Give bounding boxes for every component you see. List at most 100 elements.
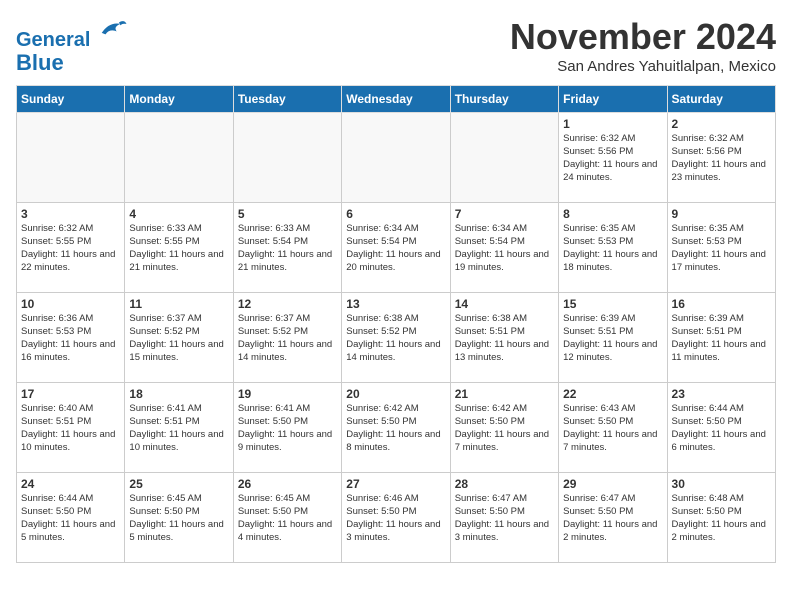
calendar-cell [125,113,233,203]
day-number: 5 [238,207,337,221]
calendar-cell: 23 Sunrise: 6:44 AM Sunset: 5:50 PM Dayli… [667,383,775,473]
calendar-cell: 24 Sunrise: 6:44 AM Sunset: 5:50 PM Dayli… [17,473,125,563]
day-number: 2 [672,117,771,131]
day-info: Sunrise: 6:34 AM Sunset: 5:54 PM Dayligh… [455,223,554,274]
day-number: 22 [563,387,662,401]
calendar-cell: 12 Sunrise: 6:37 AM Sunset: 5:52 PM Dayli… [233,293,341,383]
day-info: Sunrise: 6:44 AM Sunset: 5:50 PM Dayligh… [21,493,120,544]
calendar-cell: 22 Sunrise: 6:43 AM Sunset: 5:50 PM Dayli… [559,383,667,473]
calendar-cell [450,113,558,203]
day-number: 17 [21,387,120,401]
day-number: 29 [563,477,662,491]
calendar-cell: 27 Sunrise: 6:46 AM Sunset: 5:50 PM Dayli… [342,473,450,563]
day-number: 11 [129,297,228,311]
day-info: Sunrise: 6:32 AM Sunset: 5:56 PM Dayligh… [672,133,771,184]
day-number: 25 [129,477,228,491]
calendar-week-row: 3 Sunrise: 6:32 AM Sunset: 5:55 PM Daylig… [17,203,776,293]
calendar-cell: 18 Sunrise: 6:41 AM Sunset: 5:51 PM Dayli… [125,383,233,473]
calendar-cell: 14Sunrise: 6:38 AM Sunset: 5:51 PM Dayli… [450,293,558,383]
day-info: Sunrise: 6:43 AM Sunset: 5:50 PM Dayligh… [563,403,662,454]
calendar-cell: 16Sunrise: 6:39 AM Sunset: 5:51 PM Dayli… [667,293,775,383]
calendar-cell: 9 Sunrise: 6:35 AM Sunset: 5:53 PM Daylig… [667,203,775,293]
weekday-header-friday: Friday [559,86,667,113]
day-info: Sunrise: 6:45 AM Sunset: 5:50 PM Dayligh… [129,493,228,544]
day-number: 12 [238,297,337,311]
calendar-cell: 20 Sunrise: 6:42 AM Sunset: 5:50 PM Dayli… [342,383,450,473]
weekday-header-sunday: Sunday [17,86,125,113]
day-info: Sunrise: 6:45 AM Sunset: 5:50 PM Dayligh… [238,493,337,544]
calendar-cell: 4Sunrise: 6:33 AM Sunset: 5:55 PM Daylig… [125,203,233,293]
calendar-week-row: 10 Sunrise: 6:36 AM Sunset: 5:53 PM Dayli… [17,293,776,383]
calendar-cell: 5 Sunrise: 6:33 AM Sunset: 5:54 PM Daylig… [233,203,341,293]
calendar-week-row: 17 Sunrise: 6:40 AM Sunset: 5:51 PM Dayli… [17,383,776,473]
calendar-cell [342,113,450,203]
day-number: 14 [455,297,554,311]
calendar-cell: 11 Sunrise: 6:37 AM Sunset: 5:52 PM Dayli… [125,293,233,383]
day-number: 27 [346,477,445,491]
calendar-cell: 25 Sunrise: 6:45 AM Sunset: 5:50 PM Dayli… [125,473,233,563]
location-subtitle: San Andres Yahuitlalpan, Mexico [510,58,776,75]
day-number: 16 [672,297,771,311]
day-info: Sunrise: 6:36 AM Sunset: 5:53 PM Dayligh… [21,313,120,364]
day-number: 15 [563,297,662,311]
title-block: November 2024 San Andres Yahuitlalpan, M… [510,16,776,75]
logo-general: General [16,29,90,51]
calendar-cell: 6Sunrise: 6:34 AM Sunset: 5:54 PM Daylig… [342,203,450,293]
weekday-header-thursday: Thursday [450,86,558,113]
month-title: November 2024 [510,16,776,58]
day-info: Sunrise: 6:41 AM Sunset: 5:50 PM Dayligh… [238,403,337,454]
day-number: 10 [21,297,120,311]
day-info: Sunrise: 6:44 AM Sunset: 5:50 PM Dayligh… [672,403,771,454]
day-info: Sunrise: 6:35 AM Sunset: 5:53 PM Dayligh… [563,223,662,274]
day-info: Sunrise: 6:33 AM Sunset: 5:55 PM Dayligh… [129,223,228,274]
weekday-header-tuesday: Tuesday [233,86,341,113]
calendar-cell: 13Sunrise: 6:38 AM Sunset: 5:52 PM Dayli… [342,293,450,383]
calendar-cell: 10 Sunrise: 6:36 AM Sunset: 5:53 PM Dayli… [17,293,125,383]
day-info: Sunrise: 6:37 AM Sunset: 5:52 PM Dayligh… [129,313,228,364]
day-info: Sunrise: 6:41 AM Sunset: 5:51 PM Dayligh… [129,403,228,454]
day-info: Sunrise: 6:33 AM Sunset: 5:54 PM Dayligh… [238,223,337,274]
day-info: Sunrise: 6:48 AM Sunset: 5:50 PM Dayligh… [672,493,771,544]
day-number: 24 [21,477,120,491]
day-number: 23 [672,387,771,401]
day-info: Sunrise: 6:47 AM Sunset: 5:50 PM Dayligh… [563,493,662,544]
weekday-header-saturday: Saturday [667,86,775,113]
weekday-header-row: SundayMondayTuesdayWednesdayThursdayFrid… [17,86,776,113]
day-number: 20 [346,387,445,401]
calendar-cell: 21Sunrise: 6:42 AM Sunset: 5:50 PM Dayli… [450,383,558,473]
day-number: 18 [129,387,228,401]
day-number: 9 [672,207,771,221]
day-info: Sunrise: 6:40 AM Sunset: 5:51 PM Dayligh… [21,403,120,454]
calendar-cell: 19 Sunrise: 6:41 AM Sunset: 5:50 PM Dayli… [233,383,341,473]
calendar-cell: 1Sunrise: 6:32 AM Sunset: 5:56 PM Daylig… [559,113,667,203]
day-number: 3 [21,207,120,221]
calendar-cell [233,113,341,203]
day-number: 28 [455,477,554,491]
day-info: Sunrise: 6:47 AM Sunset: 5:50 PM Dayligh… [455,493,554,544]
day-number: 19 [238,387,337,401]
weekday-header-wednesday: Wednesday [342,86,450,113]
calendar-cell: 17 Sunrise: 6:40 AM Sunset: 5:51 PM Dayli… [17,383,125,473]
day-number: 8 [563,207,662,221]
day-info: Sunrise: 6:32 AM Sunset: 5:55 PM Dayligh… [21,223,120,274]
day-info: Sunrise: 6:37 AM Sunset: 5:52 PM Dayligh… [238,313,337,364]
day-info: Sunrise: 6:39 AM Sunset: 5:51 PM Dayligh… [563,313,662,364]
calendar-table: SundayMondayTuesdayWednesdayThursdayFrid… [16,85,776,563]
day-info: Sunrise: 6:35 AM Sunset: 5:53 PM Dayligh… [672,223,771,274]
logo-bird-icon [98,16,128,46]
calendar-cell: 8 Sunrise: 6:35 AM Sunset: 5:53 PM Daylig… [559,203,667,293]
day-number: 13 [346,297,445,311]
logo-blue: Blue [16,50,64,75]
calendar-cell: 30Sunrise: 6:48 AM Sunset: 5:50 PM Dayli… [667,473,775,563]
day-info: Sunrise: 6:42 AM Sunset: 5:50 PM Dayligh… [346,403,445,454]
calendar-cell: 26Sunrise: 6:45 AM Sunset: 5:50 PM Dayli… [233,473,341,563]
logo: General Blue [16,16,128,75]
calendar-cell: 3 Sunrise: 6:32 AM Sunset: 5:55 PM Daylig… [17,203,125,293]
calendar-cell: 28 Sunrise: 6:47 AM Sunset: 5:50 PM Dayli… [450,473,558,563]
calendar-cell: 2 Sunrise: 6:32 AM Sunset: 5:56 PM Daylig… [667,113,775,203]
calendar-week-row: 24 Sunrise: 6:44 AM Sunset: 5:50 PM Dayli… [17,473,776,563]
calendar-week-row: 1Sunrise: 6:32 AM Sunset: 5:56 PM Daylig… [17,113,776,203]
day-info: Sunrise: 6:46 AM Sunset: 5:50 PM Dayligh… [346,493,445,544]
calendar-cell: 29 Sunrise: 6:47 AM Sunset: 5:50 PM Dayli… [559,473,667,563]
day-number: 7 [455,207,554,221]
